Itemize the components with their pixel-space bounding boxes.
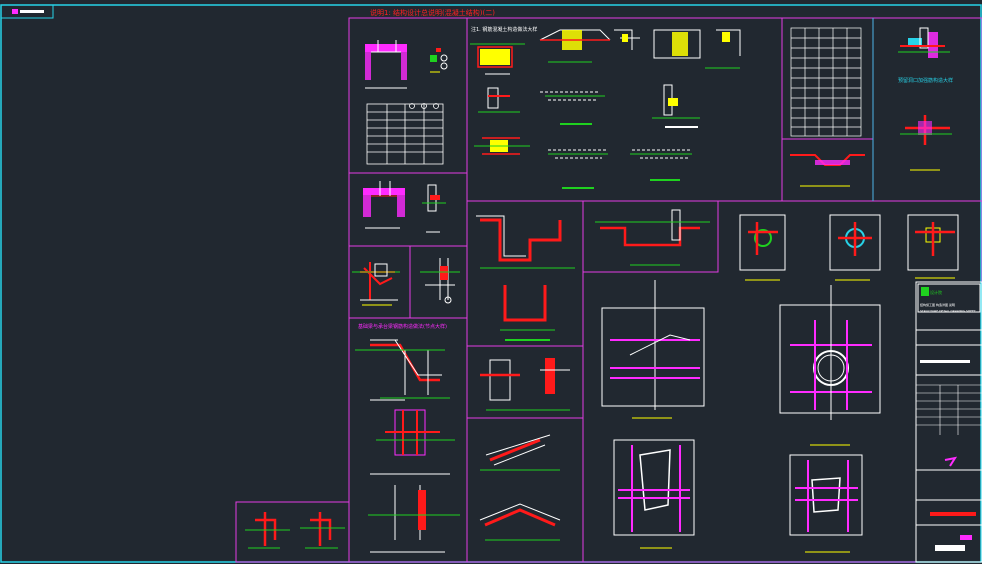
panel-i-beam [595,209,710,266]
panel-a-detail [365,40,448,89]
panel-d-detail-1 [355,339,450,401]
panel-f-beam [790,154,865,187]
titleblock-company: 设计院 [930,289,942,295]
panel-e-details [470,29,741,75]
panel-f-table [790,27,862,137]
panel-b-detail [363,181,446,233]
opening-detail-4 [789,454,863,553]
pipe-detail-1 [739,214,786,281]
pipe-detail-3 [907,214,959,279]
panel-h-joint [480,358,570,411]
section-note-left: 基础梁与承台梁钢筋构造做法(节点大样) [358,323,447,330]
panel-e-details-row3 [474,137,692,189]
panel-c-detail [352,258,460,306]
layout-tab-label [20,10,44,13]
panel-e-details-row2 [478,84,700,128]
opening-detail-1 [601,280,705,419]
panel-d-detail-2 [370,409,455,475]
titleblock-line1: 结构施工图 构造详图 说明 [920,302,955,307]
drawing-title: 说明1: 结构设计总说明(混凝土结构)(二) [370,8,495,17]
panel-small-bottom [245,512,345,549]
panel-g-detail: 预留洞口加强筋构造大样 [898,27,953,171]
section-note-mid: 注1. 钢筋混凝土构造做法大样 [471,26,537,33]
panel-h-diag [479,434,561,541]
panel-h-stair [476,215,575,341]
titleblock-line2: STRUCTURE DETAIL DRAWING SHEET [920,309,976,313]
layout-tab-icon [12,9,18,14]
panel-a-table [366,103,444,165]
sheet-panels [235,17,982,563]
detail-note-tr: 预留洞口加强筋构造大样 [898,77,953,84]
panel-d-detail-3 [368,485,460,553]
pipe-detail-2 [829,214,881,281]
title-block: 设计院 结构施工图 构造详图 说明 STRUCTURE DETAIL DRAWI… [915,281,982,563]
opening-detail-3 [613,439,695,549]
cad-drawing-canvas[interactable]: 说明1: 结构设计总说明(混凝土结构)(二) 基础梁与承台梁钢筋构造做法(节点大… [0,0,982,564]
opening-detail-2 [779,285,881,446]
cad-drawing: 说明1: 结构设计总说明(混凝土结构)(二) 基础梁与承台梁钢筋构造做法(节点大… [0,4,982,563]
